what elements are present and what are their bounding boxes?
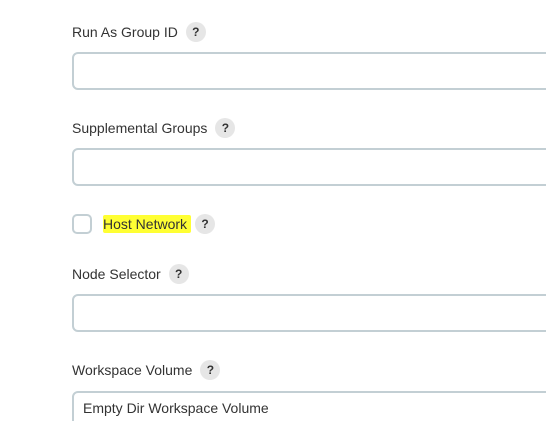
workspace-volume-selected-value: Empty Dir Workspace Volume [83,400,269,416]
run-as-group-id-label-row: Run As Group ID ? [72,22,206,42]
supplemental-groups-input[interactable] [72,148,546,186]
pod-template-form: Run As Group ID ? Supplemental Groups ? … [0,0,546,421]
supplemental-groups-label-row: Supplemental Groups ? [72,118,236,138]
workspace-volume-help-icon[interactable]: ? [200,360,221,380]
workspace-volume-label: Workspace Volume [72,362,193,378]
node-selector-help-icon[interactable]: ? [168,264,189,284]
run-as-group-id-help-icon[interactable]: ? [185,22,206,42]
run-as-group-id-input[interactable] [72,52,546,90]
run-as-group-id-label: Run As Group ID [72,24,178,40]
supplemental-groups-label: Supplemental Groups [72,120,208,136]
supplemental-groups-help-icon[interactable]: ? [215,118,236,138]
host-network-row: Host Network ? [72,214,216,234]
host-network-checkbox[interactable] [72,214,92,234]
node-selector-input[interactable] [72,294,546,332]
node-selector-label: Node Selector [72,266,161,282]
host-network-label[interactable]: Host Network [103,215,192,233]
host-network-help-icon[interactable]: ? [195,214,216,234]
workspace-volume-select[interactable]: Empty Dir Workspace Volume [72,391,546,421]
workspace-volume-label-row: Workspace Volume ? [72,360,221,380]
node-selector-label-row: Node Selector ? [72,264,189,284]
